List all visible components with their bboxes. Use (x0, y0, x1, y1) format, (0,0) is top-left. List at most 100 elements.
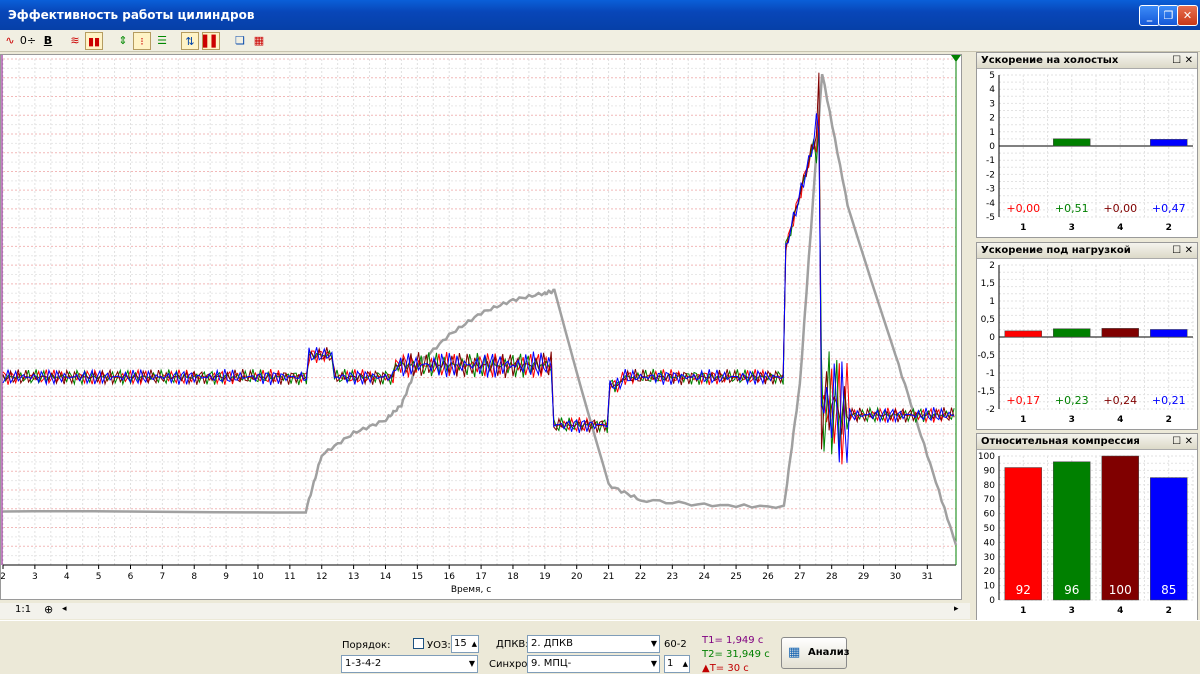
panel-load-accel-title: Ускорение под нагрузкой (981, 245, 1131, 256)
y-tick-label: 30 (984, 553, 996, 563)
arrows-icon[interactable]: ⇕ (114, 32, 132, 50)
panel-compression-title: Относительная компрессия (981, 436, 1140, 447)
x-tick-label: 1 (1020, 415, 1026, 425)
y-tick-label: 5 (989, 71, 995, 81)
zero-spin-icon[interactable]: 0÷ (18, 32, 38, 50)
sync-spin-value: 1 (667, 658, 674, 669)
y-tick-label: 70 (984, 495, 996, 505)
panel-load-accel-header: Ускорение под нагрузкой ☐ ✕ (977, 243, 1197, 259)
order-select[interactable]: 1-3-4-2 ▼ (341, 655, 478, 673)
panel-idle-accel-header: Ускорение на холостых ☐ ✕ (977, 53, 1197, 69)
dpkv-select[interactable]: 2. ДПКВ ▼ (527, 635, 660, 653)
x-tick-label: 2 (1, 572, 6, 582)
y-tick-label: 3 (989, 99, 995, 109)
analyze-button[interactable]: ▦ Анализ (781, 637, 850, 669)
report-icon[interactable]: ▦ (250, 32, 268, 50)
y-tick-label: 80 (984, 481, 996, 491)
x-tick-label: 3 (1069, 415, 1075, 425)
sync-dropdown-icon[interactable]: ▼ (651, 656, 657, 672)
bars-icon[interactable]: ▌▌ (202, 32, 220, 50)
dt-value: ▲T= 30 с (702, 663, 749, 674)
horizontal-scrollbar[interactable]: 1:1 ⊕ ◂ ▸ (0, 603, 970, 619)
order-label: Порядок: (342, 640, 391, 651)
offset-curve-icon[interactable]: ∿ (1, 32, 19, 50)
t1-value: T1= 1,949 с (702, 635, 764, 646)
copy-icon[interactable]: ❏ (231, 32, 249, 50)
x-tick-label: 16 (443, 572, 455, 582)
bar-data-label: +0,00 (1006, 202, 1040, 215)
sync-spinner[interactable]: 1 ▲ (664, 655, 690, 673)
bar-data-label: +0,17 (1006, 394, 1040, 407)
uoz-spin-icon[interactable]: ▲ (472, 636, 477, 652)
main-chart[interactable]: 2 3 4 5 6 7 8 9 10 11 12 13 14 15 16 17 18 19 20 21 22 23 24 25… (0, 54, 962, 600)
sort-icon[interactable]: ⇅ (181, 32, 199, 50)
panel-compression-header: Относительная компрессия ☐ ✕ (977, 434, 1197, 450)
y-tick-label: 90 (984, 466, 996, 476)
x-tick-label: 15 (412, 572, 423, 582)
sync-spin-icon[interactable]: ▲ (683, 656, 688, 672)
toolbar: ∿ 0÷ B ≋ ▮▮ ⇕ ⁝ ☰ ⇅ ▌▌ ❏ ▦ (0, 30, 1200, 52)
x-tick-label: 5 (96, 572, 102, 582)
x-tick-label: 26 (762, 572, 774, 582)
main-chart-svg: 2 3 4 5 6 7 8 9 10 11 12 13 14 15 16 17 18 19 20 21 22 23 24 25… (0, 55, 961, 595)
panel-load-accel-buttons[interactable]: ☐ ✕ (1172, 243, 1193, 259)
bold-icon[interactable]: B (39, 32, 57, 50)
zoom-label[interactable]: 1:1 (15, 604, 31, 615)
scroll-left-icon[interactable]: ◂ (62, 604, 67, 614)
x-tick-label: 4 (1117, 415, 1123, 425)
x-tick-label: 3 (32, 572, 38, 582)
bar-data-label: +0,51 (1055, 202, 1089, 215)
list-icon[interactable]: ☰ (153, 32, 171, 50)
bar-data-label: +0,24 (1103, 394, 1137, 407)
curves-icon[interactable]: ≋ (66, 32, 84, 50)
dpkv-value: 2. ДПКВ (531, 638, 574, 649)
t2-value: T2= 31,949 с (702, 649, 770, 660)
y-tick-label: 0 (989, 142, 995, 152)
y-tick-label: -2 (986, 170, 995, 180)
bar-data-label: 92 (1016, 583, 1031, 597)
zoom-in-icon[interactable]: ⊕ (44, 603, 53, 616)
markers-icon[interactable]: ⁝ (133, 32, 151, 50)
panel-idle-accel-buttons[interactable]: ☐ ✕ (1172, 53, 1193, 69)
window-titlebar: Эффективность работы цилиндров _ ❐ ✕ (0, 0, 1200, 30)
scroll-right-icon[interactable]: ▸ (954, 604, 959, 614)
x-tick-label: 30 (890, 572, 902, 582)
bar-mode-icon[interactable]: ▮▮ (85, 32, 103, 50)
y-tick-label: 60 (984, 510, 996, 520)
y-tick-label: -5 (986, 213, 995, 223)
x-tick-label: 17 (475, 572, 486, 582)
analyze-icon: ▦ (788, 645, 801, 660)
order-dropdown-icon[interactable]: ▼ (469, 656, 475, 672)
x-tick-label: 10 (252, 572, 264, 582)
uoz-spinner[interactable]: 15 ▲ (451, 635, 479, 653)
bar (1053, 461, 1091, 601)
bar (1150, 329, 1188, 338)
bar-data-label: 85 (1161, 583, 1176, 597)
x-tick-label: 20 (571, 572, 583, 582)
dpkv-dropdown-icon[interactable]: ▼ (651, 636, 657, 652)
x-tick-label: 2 (1166, 223, 1172, 233)
panel-compression-buttons[interactable]: ☐ ✕ (1172, 434, 1193, 450)
y-tick-label: -2 (986, 405, 995, 415)
order-value: 1-3-4-2 (345, 658, 382, 669)
x-tick-label: 23 (667, 572, 678, 582)
x-tick-label: 12 (316, 572, 327, 582)
panel-load-accel: Ускорение под нагрузкой ☐ ✕ 2 1,5 1 0,5 0 -0,… (976, 242, 1198, 430)
uoz-checkbox[interactable] (413, 638, 424, 649)
minimize-button[interactable]: _ (1139, 5, 1160, 26)
x-tick-label: 6 (128, 572, 134, 582)
bar (1101, 455, 1139, 601)
bar-data-label: +0,21 (1152, 394, 1186, 407)
bar (1053, 138, 1091, 147)
y-tick-label: 0,5 (981, 315, 995, 325)
x-tick-label: 4 (1117, 606, 1123, 616)
panel-load-accel-chart: 2 1,5 1 0,5 0 -0,5 -1 -1,5 -2 +0,17 1 +0,23 3 +0,24 4 +… (977, 261, 1194, 425)
y-tick-label: -1 (986, 369, 995, 379)
sync-select[interactable]: 9. МПЦ- ▼ (527, 655, 660, 673)
bar-data-label: 96 (1064, 583, 1079, 597)
panel-idle-accel-chart: 5 4 3 2 1 0 -1 -2 -3 -4 -5 +0,00 1 +0,51 3 +0,00 4 +0,47 2 (986, 71, 1194, 233)
bar (1150, 477, 1188, 601)
close-button[interactable]: ✕ (1177, 5, 1198, 26)
y-tick-label: 0 (989, 596, 995, 606)
restore-button[interactable]: ❐ (1158, 5, 1179, 26)
